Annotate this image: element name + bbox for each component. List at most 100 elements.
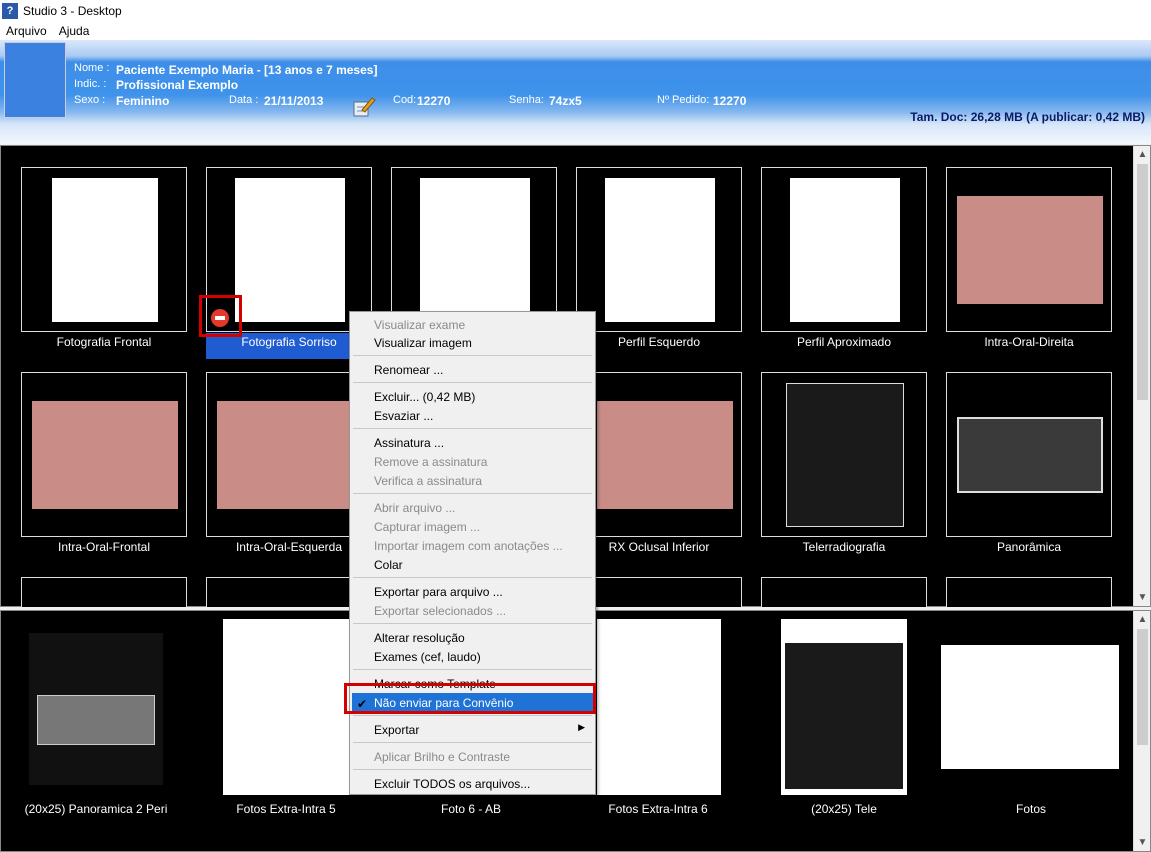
menu-separator — [353, 577, 592, 578]
tele-doc-thumb[interactable] — [781, 619, 907, 795]
bottom-scrollbar[interactable]: ▲ ▼ — [1133, 611, 1150, 851]
menu-visualizar-imagem[interactable]: Visualizar imagem — [374, 336, 472, 350]
thumb-row3-6[interactable] — [946, 577, 1112, 607]
thumb-row3-4[interactable] — [576, 577, 742, 607]
menu-separator — [353, 769, 592, 770]
label-intra-oral-direita: Intra-Oral-Direita — [984, 335, 1074, 349]
scroll-up-icon[interactable]: ▲ — [1134, 146, 1151, 163]
label-intra-oral-esquerda: Intra-Oral-Esquerda — [235, 540, 343, 554]
label-tele: (20x25) Tele — [811, 802, 877, 816]
teeth-image — [957, 196, 1103, 304]
menu-renomear[interactable]: Renomear ... — [374, 363, 443, 377]
scroll-thumb[interactable] — [1137, 629, 1148, 745]
teeth-image — [217, 401, 363, 509]
face-image — [235, 178, 345, 322]
thumb-perfil-aproximado[interactable] — [761, 167, 927, 332]
sexo-label: Sexo : — [74, 94, 106, 106]
annotation-highlight — [344, 683, 596, 714]
app-icon[interactable]: ? — [2, 3, 18, 19]
label-perfil-aproximado: Perfil Aproximado — [796, 335, 892, 349]
doc-size: Tam. Doc: 26,28 MB (A publicar: 0,42 MB) — [910, 110, 1145, 124]
patient-photo[interactable] — [4, 42, 66, 118]
xray-image — [957, 417, 1103, 493]
menu-abrir-arquivo: Abrir arquivo ... — [374, 501, 456, 515]
menu-verifica-assinatura: Verifica a assinatura — [374, 474, 483, 488]
indic-label: Indic. : — [74, 78, 107, 90]
menu-exportar-selecionados: Exportar selecionados ... — [374, 604, 507, 618]
fotos-thumb[interactable] — [941, 645, 1119, 769]
label-foto-6-ab: Foto 6 - AB — [440, 802, 502, 816]
menu-separator — [353, 669, 592, 670]
scroll-down-icon[interactable]: ▼ — [1134, 834, 1151, 851]
label-rx-oclusal-inferior: RX Oclusal Inferior — [608, 540, 710, 554]
menu-bar: Arquivo Ajuda — [0, 22, 1151, 40]
menu-separator — [353, 355, 592, 356]
fotos-extra-intra-5-thumb[interactable] — [223, 619, 349, 795]
block-status-icon[interactable] — [199, 295, 242, 337]
menu-colar[interactable]: Colar — [374, 558, 403, 572]
data-label: Data : — [229, 94, 259, 106]
menu-importar-imagem: Importar imagem com anotações ... — [374, 539, 563, 553]
menu-ajuda[interactable]: Ajuda — [53, 24, 96, 38]
menu-esvaziar[interactable]: Esvaziar ... — [374, 409, 433, 423]
edit-pen-icon[interactable] — [352, 94, 376, 118]
thumb-fotografia-frontal[interactable] — [21, 167, 187, 332]
menu-assinatura[interactable]: Assinatura ... — [374, 436, 444, 450]
window-title: Studio 3 - Desktop — [23, 4, 122, 18]
teeth-image — [32, 401, 178, 509]
thumb-panoramica[interactable] — [946, 372, 1112, 537]
scroll-thumb[interactable] — [1137, 164, 1148, 400]
top-scrollbar[interactable]: ▲ ▼ — [1133, 146, 1150, 606]
cod-label: Cod: — [393, 94, 417, 106]
face-image — [52, 178, 158, 322]
panoramica-doc-thumb[interactable] — [29, 633, 163, 785]
label-panoramica-2-peri: (20x25) Panoramica 2 Peri — [24, 802, 168, 816]
face-image — [605, 178, 715, 322]
thumb-rx-oclusal-inferior[interactable] — [576, 372, 742, 537]
label-fotografia-frontal: Fotografia Frontal — [56, 335, 152, 349]
fotos-extra-intra-6-thumb[interactable] — [597, 619, 721, 795]
menu-alterar-resolucao[interactable]: Alterar resolução — [374, 631, 465, 645]
menu-exportar[interactable]: Exportar — [374, 723, 419, 737]
thumb-row3-1[interactable] — [21, 577, 187, 607]
patient-header: Nome : Paciente Exemplo Maria - [13 anos… — [0, 40, 1151, 144]
teeth-image — [597, 401, 733, 509]
thumb-row3-2[interactable] — [206, 577, 372, 607]
menu-exportar-arquivo[interactable]: Exportar para arquivo ... — [374, 585, 503, 599]
patient-indic: Profissional Exemplo — [116, 78, 239, 92]
thumb-telerradiografia[interactable] — [761, 372, 927, 537]
patient-name: Paciente Exemplo Maria - [13 anos e 7 me… — [116, 63, 378, 77]
menu-separator — [353, 742, 592, 743]
menu-visualizar-exame: Visualizar exame — [374, 318, 466, 332]
thumb-perfil-direito[interactable] — [391, 167, 557, 332]
label-telerradiografia: Telerradiografia — [802, 540, 886, 554]
pedido-label: Nº Pedido: — [657, 94, 710, 106]
thumb-row3-5[interactable] — [761, 577, 927, 607]
context-menu: Visualizar exame Visualizar imagem Renom… — [349, 311, 596, 795]
scroll-up-icon[interactable]: ▲ — [1134, 611, 1151, 628]
label-fotos: Fotos — [1015, 802, 1046, 816]
thumb-intra-oral-esquerda[interactable] — [206, 372, 372, 537]
title-bar: ? Studio 3 - Desktop — [0, 0, 1151, 22]
menu-remove-assinatura: Remove a assinatura — [374, 455, 488, 469]
patient-data: 21/11/2013 — [264, 94, 324, 108]
patient-cod: 12270 — [417, 94, 451, 108]
menu-separator — [353, 382, 592, 383]
thumb-perfil-esquerdo[interactable] — [576, 167, 742, 332]
scroll-down-icon[interactable]: ▼ — [1134, 589, 1151, 606]
xray-image — [37, 695, 155, 745]
menu-separator — [353, 623, 592, 624]
label-panoramica: Panorâmica — [996, 540, 1062, 554]
label-fotos-extra-intra-5: Fotos Extra-Intra 5 — [236, 802, 336, 816]
menu-separator — [353, 715, 592, 716]
thumb-intra-oral-direita[interactable] — [946, 167, 1112, 332]
menu-excluir-todos[interactable]: Excluir TODOS os arquivos... — [374, 777, 530, 791]
thumb-intra-oral-frontal[interactable] — [21, 372, 187, 537]
patient-sexo: Feminino — [116, 94, 170, 108]
menu-arquivo[interactable]: Arquivo — [0, 24, 53, 38]
menu-exames[interactable]: Exames (cef, laudo) — [374, 650, 481, 664]
xray-image — [785, 643, 903, 789]
nome-label: Nome : — [74, 62, 110, 74]
senha-label: Senha: — [509, 94, 544, 106]
menu-excluir[interactable]: Excluir... (0,42 MB) — [374, 390, 475, 404]
